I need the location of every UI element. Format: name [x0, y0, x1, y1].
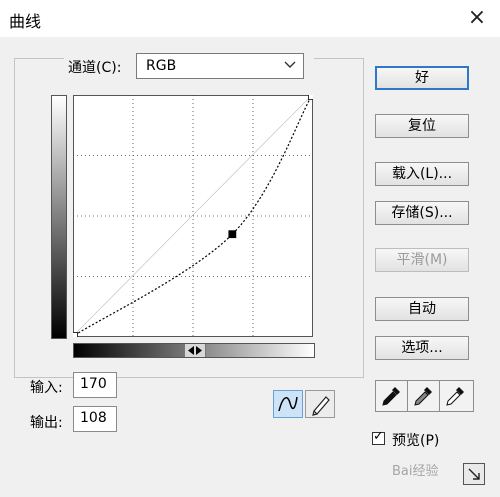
gray-point-eyedropper-icon — [414, 387, 432, 406]
channel-select[interactable]: RGB — [136, 53, 304, 79]
gray-point-eyedropper-button[interactable] — [408, 381, 440, 411]
white-point-eyedropper-button[interactable] — [440, 381, 472, 411]
gradient-toggle-handle[interactable] — [184, 344, 206, 357]
input-label: 输入: — [30, 380, 63, 396]
eyedropper-group — [375, 380, 474, 412]
pencil-icon — [312, 396, 330, 416]
selected-curve-point[interactable] — [228, 230, 237, 239]
close-icon[interactable]: × — [462, 3, 492, 33]
output-label: 输出: — [30, 415, 63, 431]
auto-button[interactable]: 自动 — [375, 297, 469, 321]
curve-graph[interactable] — [73, 95, 313, 337]
curve-icon — [278, 396, 298, 412]
output-field[interactable]: 108 — [73, 406, 117, 432]
black-point-eyedropper-icon — [382, 387, 400, 406]
curve-point[interactable] — [308, 95, 314, 100]
smooth-button[interactable]: 平滑(M) — [375, 248, 469, 272]
save-button[interactable]: 存储(S)... — [375, 201, 469, 225]
expand-view-icon[interactable] — [463, 463, 485, 485]
channel-value: RGB — [146, 58, 177, 74]
curve-point[interactable] — [73, 332, 78, 338]
options-button[interactable]: 选项... — [375, 336, 469, 360]
check-icon: ✓ — [373, 429, 384, 444]
pencil-tool-button[interactable] — [305, 390, 335, 418]
input-field[interactable]: 170 — [73, 372, 117, 398]
title-bar — [0, 0, 500, 37]
window-title: 曲线 — [9, 12, 42, 31]
channel-label: 通道(C): — [68, 60, 122, 76]
ok-button[interactable]: 好 — [375, 66, 469, 90]
curve-tool-button[interactable] — [273, 390, 303, 418]
watermark: Bai经验 — [392, 464, 439, 479]
arrows-icon — [188, 346, 202, 355]
reset-button[interactable]: 复位 — [375, 114, 469, 138]
preview-checkbox[interactable]: ✓ — [372, 429, 385, 445]
chevron-down-icon — [284, 61, 296, 68]
black-point-eyedropper-button[interactable] — [376, 381, 408, 411]
preview-label: 预览(P) — [392, 433, 440, 449]
white-point-eyedropper-icon — [446, 387, 464, 406]
resize-arrow-icon — [468, 468, 480, 480]
output-gradient-bar — [51, 95, 67, 339]
load-button[interactable]: 载入(L)... — [375, 162, 469, 186]
